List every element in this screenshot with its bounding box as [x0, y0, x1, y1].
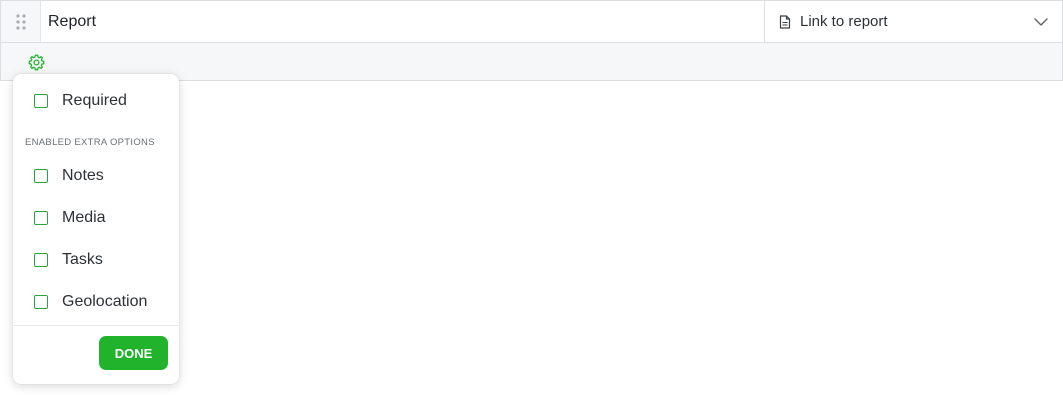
option-geolocation[interactable]: Geolocation: [34, 290, 147, 314]
question-title-input[interactable]: [48, 12, 764, 31]
question-title-cell: [41, 1, 765, 42]
media-label: Media: [62, 209, 106, 226]
chevron-down-icon[interactable]: [1034, 17, 1048, 26]
settings-button[interactable]: [26, 52, 46, 72]
notes-label: Notes: [62, 167, 104, 184]
section-heading: ENABLED EXTRA OPTIONS: [25, 137, 155, 148]
popover-divider: [13, 325, 179, 326]
document-icon: [779, 14, 791, 29]
option-tasks[interactable]: Tasks: [34, 248, 103, 272]
geolocation-checkbox[interactable]: [34, 295, 48, 309]
drag-handle-icon: [15, 13, 26, 30]
tasks-label: Tasks: [62, 251, 103, 268]
gear-icon: [28, 54, 44, 70]
required-label: Required: [62, 92, 127, 109]
question-row: Link to report: [0, 0, 1063, 43]
geolocation-label: Geolocation: [62, 293, 148, 310]
done-button[interactable]: DONE: [99, 336, 168, 370]
required-option[interactable]: Required: [34, 89, 127, 113]
media-checkbox[interactable]: [34, 211, 48, 225]
response-type-select[interactable]: Link to report: [765, 1, 1062, 42]
option-media[interactable]: Media: [34, 206, 106, 230]
tasks-checkbox[interactable]: [34, 253, 48, 267]
drag-handle[interactable]: [1, 1, 41, 42]
response-type-label: Link to report: [800, 13, 888, 30]
notes-checkbox[interactable]: [34, 169, 48, 183]
question-options-popover: Required ENABLED EXTRA OPTIONS Notes Med…: [13, 74, 179, 384]
option-notes[interactable]: Notes: [34, 164, 104, 188]
required-checkbox[interactable]: [34, 94, 48, 108]
